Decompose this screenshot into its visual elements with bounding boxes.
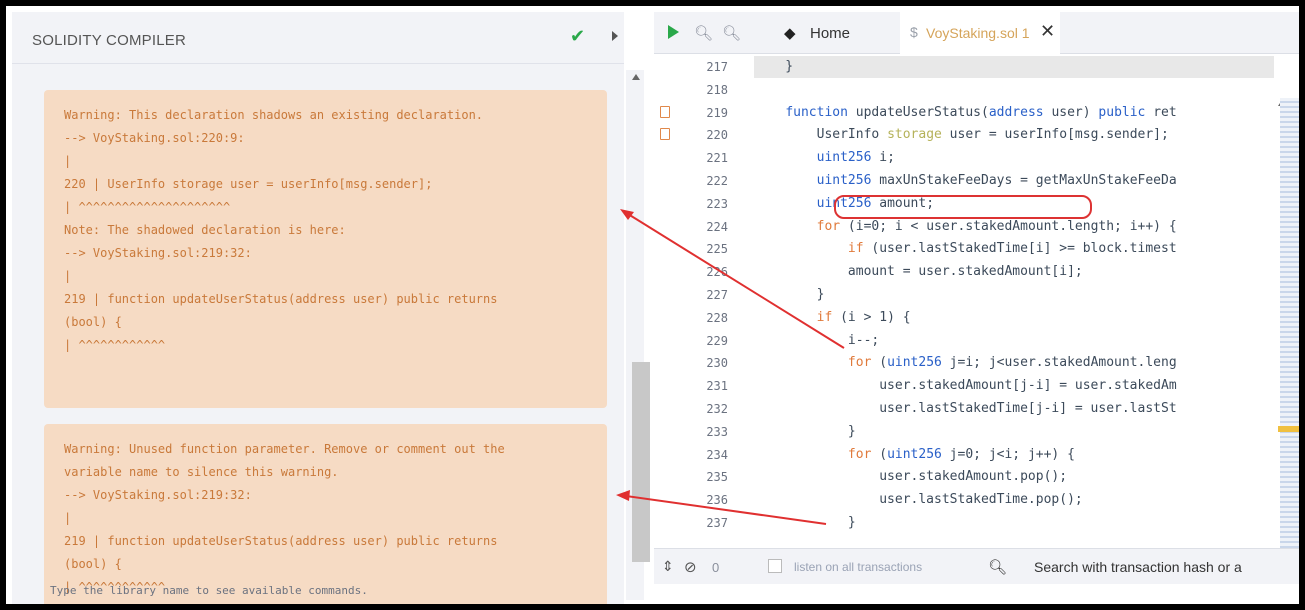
code-line: }	[754, 287, 825, 302]
warning-message: Warning: Unused function parameter. Remo…	[44, 424, 607, 604]
warning-gutter-icon[interactable]	[660, 128, 670, 140]
tab-home[interactable]: ◆ Home	[772, 12, 896, 54]
line-number: 227	[706, 288, 728, 302]
line-number: 236	[706, 493, 728, 508]
code-editor[interactable]: 217 } 218 219 function updateUserStatus(ad…	[654, 54, 1299, 548]
current-line-highlight	[754, 56, 1274, 78]
line-number: 218	[706, 82, 728, 97]
close-tab-icon[interactable]: ✕	[1040, 21, 1055, 42]
code-line: function updateUserStatus(address user) …	[785, 104, 1177, 120]
editor-panel: 🔍︎ 🔍︎ ◆ Home $ VoyStaking.sol 1 ✕ 217 } 2…	[654, 12, 1299, 604]
code-line: UserInfo storage user = userInfo[msg.sen…	[754, 127, 1169, 143]
solidity-compiler-panel: SOLIDITY COMPILER ✔ Warning: This declar…	[12, 12, 624, 604]
search-icon: 🔍︎	[988, 558, 1008, 576]
line-number: 223	[706, 196, 728, 211]
line-number: 235	[706, 470, 728, 485]
pending-tx-count: 0	[712, 560, 720, 575]
code-line: user.lastStakedTime.pop();	[754, 492, 1083, 508]
remix-logo-icon: ◆	[784, 24, 796, 42]
minimap-warning-marker	[1278, 426, 1299, 432]
listen-all-label: listen on all transactions	[794, 560, 923, 574]
tab-home-label: Home	[810, 25, 851, 42]
line-number: 224	[706, 219, 728, 234]
listen-all-checkbox[interactable]	[768, 559, 782, 573]
line-number: 229	[706, 333, 728, 348]
transaction-search-input[interactable]	[1034, 553, 1299, 581]
line-number: 237	[706, 516, 728, 530]
caret-right-icon[interactable]	[610, 29, 620, 43]
code-line: }	[754, 59, 794, 74]
warning-gutter-icon[interactable]	[660, 106, 670, 118]
code-line: }	[754, 423, 856, 439]
terminal-hint: Type the library name to see available c…	[50, 584, 368, 597]
editor-tab-bar: 🔍︎ 🔍︎ ◆ Home $ VoyStaking.sol 1 ✕	[654, 12, 1299, 54]
compile-success-check-icon: ✔	[570, 26, 586, 47]
scrollbar-thumb[interactable]	[632, 362, 650, 562]
line-number: 228	[706, 310, 728, 325]
code-line: i--;	[754, 332, 880, 348]
line-number: 226	[706, 265, 728, 280]
tab-voystaking-sol[interactable]: $ VoyStaking.sol 1 ✕	[900, 12, 1060, 54]
terminal-toolbar: ⇕ ⊘ 0 listen on all transactions 🔍︎	[654, 548, 1299, 584]
zoom-out-icon[interactable]: 🔍︎	[694, 24, 713, 42]
line-number: 225	[706, 242, 728, 257]
code-line: for (i=0; i < user.stakedAmount.length; …	[816, 218, 1177, 234]
line-number: 232	[706, 402, 728, 416]
line-number: 231	[706, 379, 728, 394]
warning-message: Warning: This declaration shadows an exi…	[44, 90, 607, 408]
code-line: }	[754, 515, 856, 530]
line-number: 222	[706, 174, 728, 188]
zoom-in-icon[interactable]: 🔍︎	[722, 24, 741, 42]
code-line: for (uint256 j=0; j<i; j++) {	[847, 446, 1075, 462]
code-line: user.stakedAmount[j-i] = user.stakedAm	[754, 378, 1177, 394]
code-line: user.lastStakedTime[j-i] = user.lastSt	[754, 401, 1177, 416]
solidity-file-icon: $	[910, 24, 918, 40]
code-line: uint256 maxUnStakeFeeDays = getMaxUnStak…	[816, 173, 1177, 188]
panel-title: SOLIDITY COMPILER	[32, 32, 186, 49]
line-number: 220	[706, 128, 728, 143]
line-number: 219	[706, 105, 728, 120]
tab-file-suffix: 1	[1021, 25, 1030, 41]
run-play-icon[interactable]	[668, 25, 679, 39]
code-line: amount = user.stakedAmount[i];	[754, 264, 1083, 280]
code-line: uint256 amount;	[816, 195, 935, 211]
code-line: if (i > 1) {	[816, 309, 911, 325]
clear-terminal-icon[interactable]: ⊘	[684, 558, 697, 576]
code-line: uint256 i;	[816, 150, 895, 166]
panel-header: SOLIDITY COMPILER ✔	[12, 12, 624, 64]
line-number: 230	[706, 356, 728, 371]
code-line: for (uint256 j=i; j<user.stakedAmount.le…	[847, 355, 1177, 371]
tab-file-label: VoyStaking.sol	[926, 25, 1018, 41]
terminal-toggle-icon[interactable]: ⇕	[662, 559, 674, 575]
line-number: 233	[706, 424, 728, 439]
code-line: if (user.lastStakedTime[i] >= block.time…	[847, 241, 1177, 257]
line-number: 234	[706, 447, 728, 462]
screenshot-frame: SOLIDITY COMPILER ✔ Warning: This declar…	[0, 0, 1305, 610]
line-number: 217	[706, 60, 728, 74]
line-number: 221	[706, 151, 728, 166]
code-line: user.stakedAmount.pop();	[754, 469, 1068, 485]
scroll-up-arrow-icon[interactable]	[632, 74, 640, 80]
code-minimap[interactable]	[1280, 98, 1299, 548]
